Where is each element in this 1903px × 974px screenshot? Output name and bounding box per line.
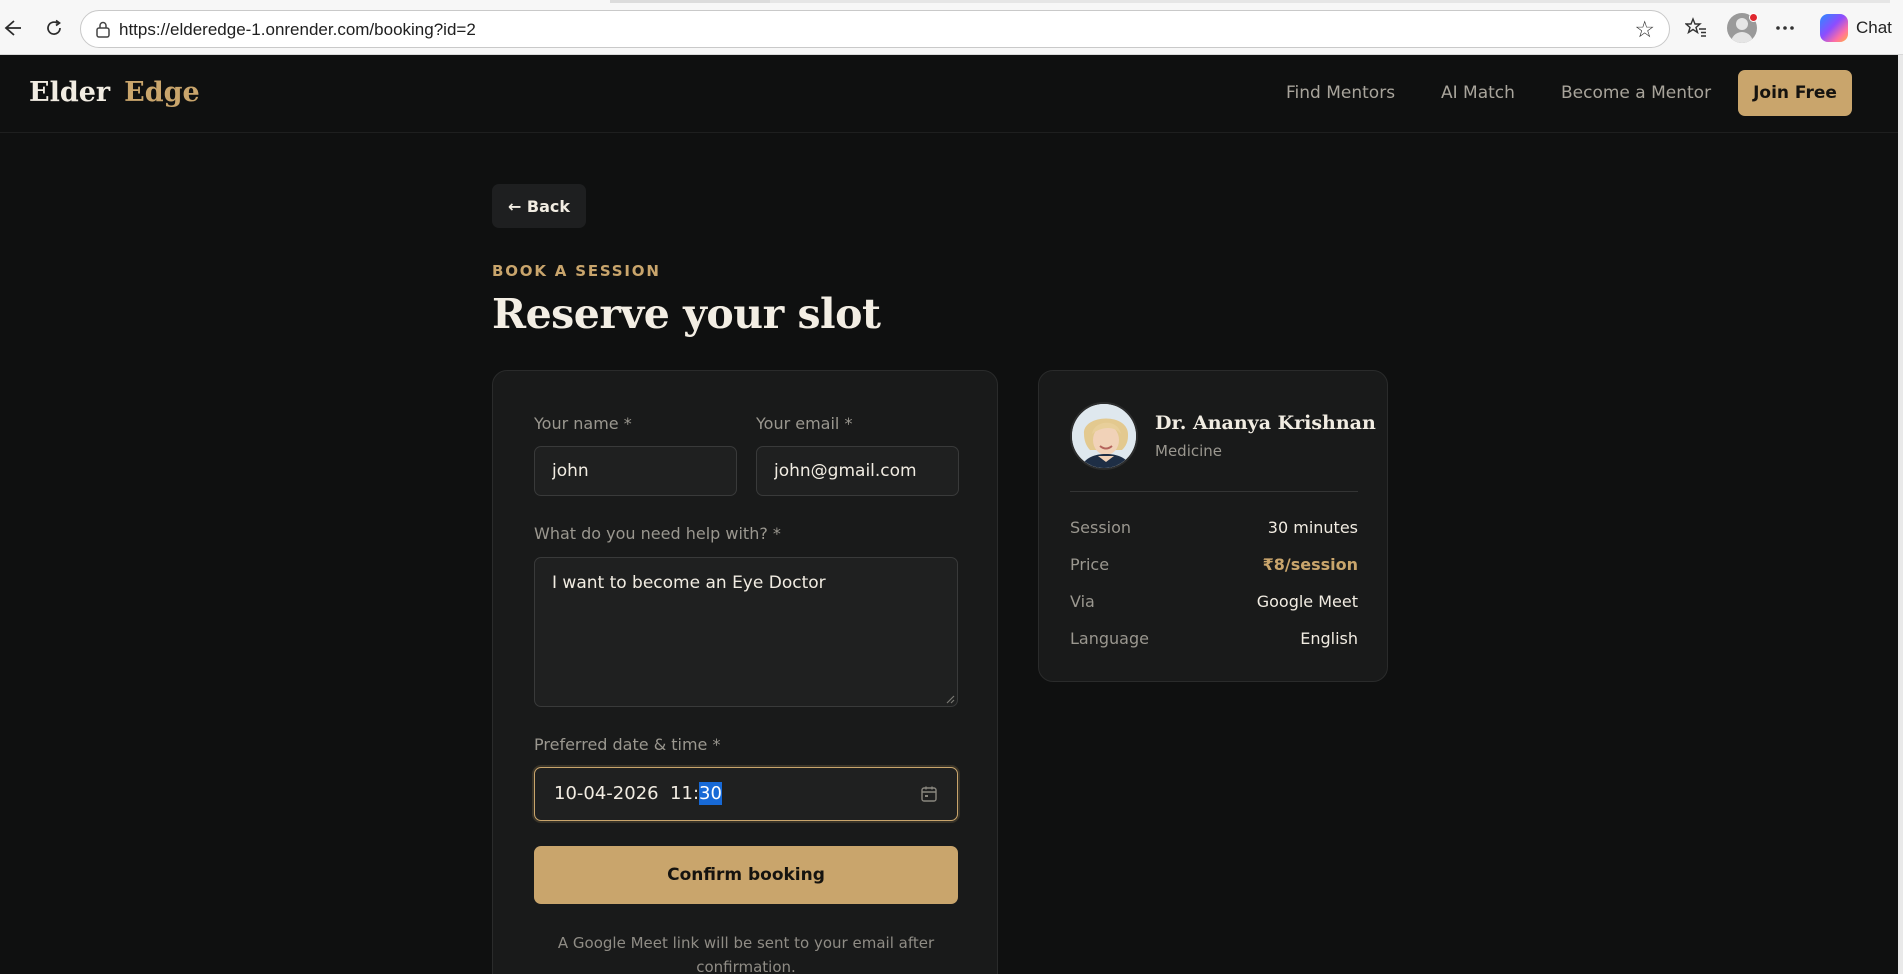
mentor-name: Dr. Ananya Krishnan — [1155, 412, 1376, 434]
back-button[interactable]: ← Back — [492, 184, 586, 228]
mentor-summary-card: Dr. Ananya Krishnan Medicine Session 30 … — [1038, 370, 1388, 682]
detail-key: Session — [1070, 518, 1132, 537]
site-header: Elder Edge Find Mentors AI Match Become a… — [0, 55, 1898, 133]
copilot-chat-button[interactable]: Chat — [1814, 10, 1898, 46]
datetime-selected-segment[interactable]: 30 — [699, 782, 722, 805]
brand-logo[interactable]: Elder Edge — [29, 77, 200, 108]
tab-edge — [770, 0, 1890, 3]
browser-back-icon[interactable] — [0, 12, 28, 44]
email-input[interactable] — [756, 446, 959, 496]
favorites-icon[interactable] — [1680, 12, 1712, 44]
copilot-icon — [1820, 14, 1848, 42]
confirm-booking-button[interactable]: Confirm booking — [534, 846, 958, 904]
refresh-icon[interactable] — [38, 12, 70, 44]
brand-second: Edge — [124, 77, 200, 108]
mentor-avatar — [1070, 402, 1138, 470]
datetime-label: Preferred date & time * — [534, 735, 721, 754]
nav-find-mentors[interactable]: Find Mentors — [1286, 83, 1395, 103]
detail-key: Language — [1070, 629, 1149, 648]
resize-handle-icon[interactable] — [946, 695, 955, 704]
join-free-button[interactable]: Join Free — [1738, 70, 1852, 116]
section-eyebrow: BOOK A SESSION — [492, 262, 661, 280]
detail-row-session: Session 30 minutes — [1070, 518, 1358, 540]
page-title: Reserve your slot — [492, 290, 881, 338]
url-text[interactable]: https://elderedge-1.onrender.com/booking… — [119, 20, 476, 40]
star-icon[interactable]: ☆ — [1634, 17, 1655, 43]
mentor-field: Medicine — [1155, 442, 1223, 460]
notification-dot — [1749, 13, 1758, 22]
name-input[interactable] — [534, 446, 737, 496]
help-label: What do you need help with? * — [534, 524, 781, 543]
page-scrollbar[interactable] — [1898, 55, 1903, 974]
detail-value: 30 minutes — [1267, 518, 1358, 537]
lock-icon[interactable] — [95, 20, 111, 38]
detail-value: English — [1300, 629, 1358, 648]
detail-row-language: Language English — [1070, 629, 1358, 651]
detail-row-price: Price ₹8/session — [1070, 555, 1358, 577]
datetime-input[interactable]: 10-04-2026 11:30 — [534, 767, 958, 821]
brand-first: Elder — [29, 77, 111, 108]
detail-value: Google Meet — [1256, 592, 1358, 611]
help-textarea[interactable]: I want to become an Eye Doctor — [534, 557, 958, 707]
more-icon[interactable] — [1769, 12, 1801, 44]
nav-become-mentor[interactable]: Become a Mentor — [1561, 83, 1711, 103]
calendar-icon[interactable] — [920, 785, 938, 803]
detail-value-price: ₹8/session — [1262, 555, 1358, 574]
tab-edge — [610, 0, 770, 3]
detail-key: Via — [1070, 592, 1095, 611]
datetime-value[interactable]: 10-04-2026 11:30 — [554, 782, 722, 805]
detail-row-via: Via Google Meet — [1070, 592, 1358, 614]
divider — [1070, 491, 1358, 492]
booking-form-card: Your name * Your email * What do you nee… — [492, 370, 998, 974]
detail-key: Price — [1070, 555, 1110, 574]
chat-label: Chat — [1856, 18, 1892, 37]
confirmation-note: A Google Meet link will be sent to your … — [557, 934, 935, 974]
address-bar[interactable]: https://elderedge-1.onrender.com/booking… — [80, 10, 1670, 48]
nav-ai-match[interactable]: AI Match — [1441, 83, 1515, 103]
name-label: Your name * — [534, 414, 632, 433]
browser-toolbar: https://elderedge-1.onrender.com/booking… — [0, 0, 1903, 55]
email-label: Your email * — [756, 414, 853, 433]
